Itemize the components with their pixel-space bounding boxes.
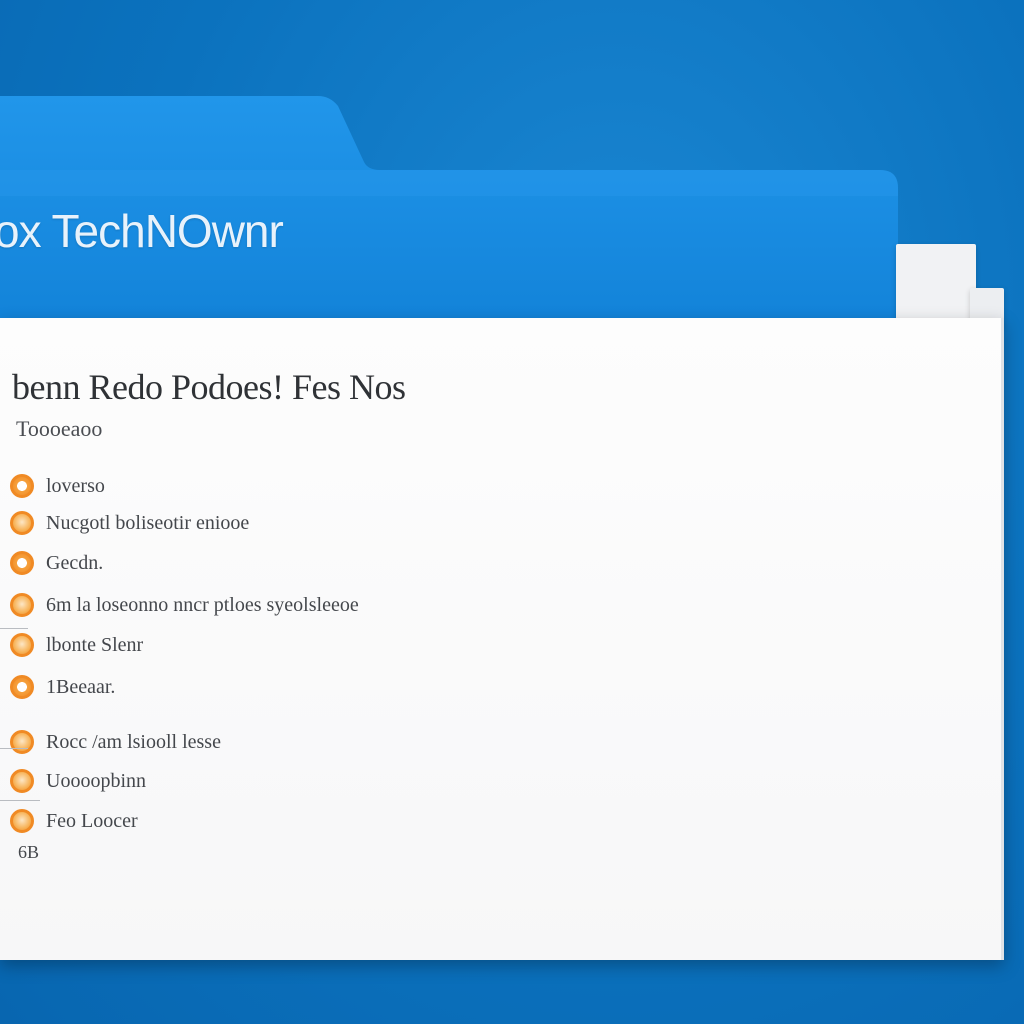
list-item[interactable]: Feo Loocer — [10, 806, 138, 836]
list-item-label: 1Beeaar. — [46, 675, 116, 698]
orange-circle-icon — [10, 551, 34, 575]
list-item-label: lbonte Slenr — [46, 633, 144, 656]
list-item-label: 6m la loseonno nncr ptloes syeolsleeoe — [46, 593, 359, 616]
list-item[interactable]: Nucgotl boliseotir eniooe — [10, 508, 249, 538]
list-item[interactable]: lbonte Slenr — [10, 630, 143, 660]
list-item-label: Uoooopbinn — [46, 769, 146, 792]
orange-circle-icon — [10, 593, 34, 617]
list-item-label: Gecdn. — [46, 551, 104, 574]
list-item[interactable]: Gecdn. — [10, 548, 103, 578]
list-divider — [0, 628, 28, 629]
orange-circle-icon — [10, 730, 34, 754]
orange-circle-icon — [10, 511, 34, 535]
orange-circle-icon — [10, 675, 34, 699]
list-item[interactable]: 1Beeaar. — [10, 672, 115, 702]
list-item[interactable]: Rocc /am lsiooll lesse — [10, 727, 221, 757]
orange-circle-icon — [10, 769, 34, 793]
list-item-label: Feo Loocer — [46, 809, 138, 832]
orange-circle-icon — [10, 633, 34, 657]
list-divider — [0, 748, 28, 749]
list-item-label: Nucgotl boliseotir eniooe — [46, 511, 250, 534]
document-list: loverso Nucgotl boliseotir eniooe Gecdn.… — [0, 0, 1004, 1024]
list-item-label: loverso — [46, 474, 105, 497]
orange-circle-icon — [10, 474, 34, 498]
list-item[interactable]: loverso — [10, 471, 105, 501]
list-item[interactable]: Uoooopbinn — [10, 766, 146, 796]
list-item[interactable]: 6m la loseonno nncr ptloes syeolsleeoe — [10, 590, 359, 620]
list-item-label: Rocc /am lsiooll lesse — [46, 730, 221, 753]
document-footer: 6B — [18, 842, 40, 862]
orange-circle-icon — [10, 809, 34, 833]
list-divider — [0, 800, 40, 801]
